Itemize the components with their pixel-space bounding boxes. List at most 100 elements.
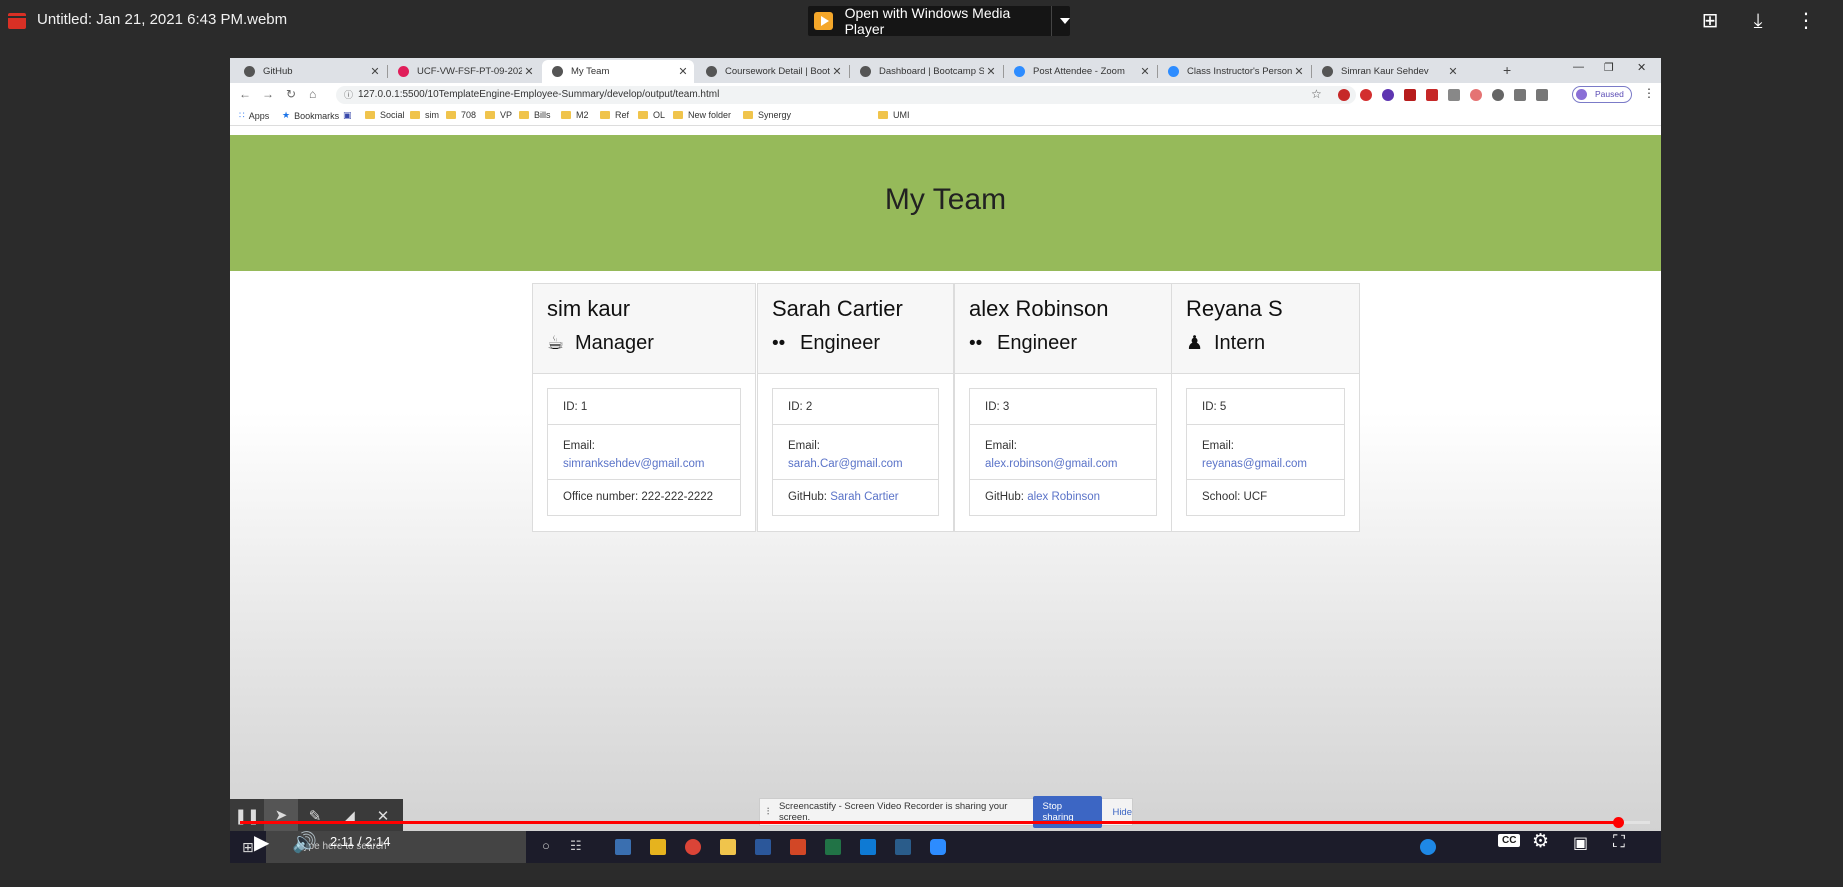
- bookmark-bookmarks[interactable]: ★ Bookmarks: [282, 110, 339, 121]
- globe-icon: [552, 66, 563, 77]
- folder-icon: [638, 111, 648, 119]
- close-icon[interactable]: ✕: [676, 65, 690, 78]
- play-icon[interactable]: ▶: [254, 830, 269, 855]
- bookmark-icon-item[interactable]: ▣: [343, 110, 352, 121]
- bookmark-folder[interactable]: sim: [410, 110, 439, 120]
- settings-gear-icon[interactable]: ⚙: [1532, 830, 1549, 853]
- folder-icon: [743, 111, 753, 119]
- employee-role: Manager: [575, 332, 654, 354]
- reload-icon[interactable]: ↻: [286, 87, 296, 101]
- folder-icon: [600, 111, 610, 119]
- header-banner: My Team: [230, 135, 1661, 271]
- open-with-button[interactable]: Open with Windows Media Player: [808, 5, 1070, 37]
- bookmark-folder[interactable]: M2: [561, 110, 589, 120]
- bookmark-folder[interactable]: Social: [365, 110, 405, 120]
- apps-grid-icon: ∷: [239, 110, 245, 120]
- employee-details: ID: 1 Email: simranksehdev@gmail.com Offi…: [547, 388, 741, 516]
- bookmark-folder[interactable]: New folder: [673, 110, 731, 120]
- chevron-down-icon[interactable]: [1059, 18, 1070, 24]
- puzzle-icon[interactable]: [1492, 89, 1504, 101]
- employee-card-manager: sim kaur ☕ Manager ID: 1 Email: simrankseh…: [532, 283, 756, 532]
- drag-handle-icon[interactable]: ⠇: [766, 807, 773, 818]
- page-title: My Team: [884, 183, 1007, 216]
- graduate-icon: ♟: [1186, 333, 1204, 354]
- tab-zoom[interactable]: Post Attendee - Zoom ✕: [1004, 60, 1156, 83]
- employee-details: ID: 2 Email: sarah.Car@gmail.com GitHub: …: [772, 388, 939, 516]
- video-progress-bar[interactable]: [240, 817, 1650, 828]
- bookmark-apps[interactable]: ∷ Apps: [239, 110, 269, 121]
- zoom-icon: [1014, 66, 1025, 77]
- bookmark-folder[interactable]: Ref: [600, 110, 629, 120]
- employee-card-intern: Reyana S ♟ Intern ID: 5 Email: reyanas@gma…: [1171, 283, 1360, 532]
- email-link[interactable]: sarah.Car@gmail.com: [788, 455, 923, 473]
- new-tab-icon[interactable]: +: [1503, 62, 1511, 78]
- fullscreen-icon[interactable]: ⛶: [1613, 832, 1625, 852]
- bookmark-folder[interactable]: OL: [638, 110, 665, 120]
- tab-class-instructor[interactable]: Class Instructor's Personal I✕: [1158, 60, 1310, 83]
- volume-icon[interactable]: 🔊: [292, 830, 317, 855]
- email-label: Email:: [1202, 440, 1234, 452]
- download-icon[interactable]: ⤓: [1746, 9, 1770, 33]
- close-icon[interactable]: ✕: [830, 65, 844, 78]
- tab-github[interactable]: GitHub ✕: [234, 60, 386, 83]
- bookmark-folder[interactable]: VP: [485, 110, 512, 120]
- tab-dashboard[interactable]: Dashboard | Bootcamp Spo ✕: [850, 60, 1002, 83]
- tab-slack[interactable]: UCF-VW-FSF-PT-09-2020-U✕: [388, 60, 540, 83]
- close-icon[interactable]: ✕: [1446, 65, 1460, 78]
- file-title: Untitled: Jan 21, 2021 6:43 PM.webm: [37, 11, 288, 28]
- address-bar[interactable]: 127.0.0.1:5500/10TemplateEngine-Employee…: [336, 86, 1356, 104]
- star-icon: ★: [282, 110, 291, 120]
- close-icon[interactable]: ✕: [1138, 65, 1152, 78]
- tab-my-team[interactable]: My Team ✕: [542, 60, 694, 83]
- extension-icon[interactable]: [1360, 89, 1372, 101]
- pdf-extension-icon[interactable]: [1426, 89, 1438, 101]
- extension-icon[interactable]: [1382, 89, 1394, 101]
- site-icon: ▣: [343, 110, 352, 120]
- email-link[interactable]: reyanas@gmail.com: [1202, 455, 1329, 473]
- tab-simran[interactable]: Simran Kaur Sehdev ✕: [1312, 60, 1464, 83]
- employee-name: alex Robinson: [969, 296, 1109, 321]
- miniplayer-icon[interactable]: ▣: [1573, 833, 1588, 853]
- tab-strip: GitHub✕ UCF-VW-FSF-PT-09-2020-U✕ My Team…: [230, 58, 1661, 83]
- folder-icon: [561, 111, 571, 119]
- coffee-mug-icon: ☕: [547, 333, 565, 354]
- progress-scrubber[interactable]: [1612, 817, 1624, 828]
- github-link[interactable]: Sarah Cartier: [830, 491, 898, 503]
- hide-button[interactable]: Hide: [1112, 807, 1132, 818]
- github-link[interactable]: alex Robinson: [1027, 491, 1100, 503]
- home-icon[interactable]: ⌂: [309, 87, 316, 101]
- cast-icon[interactable]: [1514, 89, 1526, 101]
- restore-icon[interactable]: ❐: [1604, 61, 1614, 74]
- close-icon[interactable]: ✕: [522, 65, 536, 78]
- captions-button[interactable]: CC: [1498, 834, 1521, 847]
- minimize-icon[interactable]: —: [1573, 61, 1584, 73]
- email-link[interactable]: simranksehdev@gmail.com: [563, 455, 725, 473]
- email-link[interactable]: alex.robinson@gmail.com: [985, 455, 1141, 473]
- reading-list-icon[interactable]: [1536, 89, 1548, 101]
- tab-coursework[interactable]: Coursework Detail | Bootca ✕: [696, 60, 848, 83]
- add-to-drive-icon[interactable]: ⊞: [1698, 9, 1722, 33]
- extension-icon[interactable]: [1404, 89, 1416, 101]
- extension-icon[interactable]: [1470, 89, 1482, 101]
- close-icon[interactable]: ✕: [368, 65, 382, 78]
- browser-menu-icon[interactable]: ⋮: [1643, 86, 1655, 100]
- glasses-icon: ••: [772, 332, 786, 354]
- close-window-icon[interactable]: ✕: [1637, 61, 1646, 74]
- bookmark-folder[interactable]: 708: [446, 110, 476, 120]
- bookmark-folder[interactable]: Synergy: [743, 110, 791, 120]
- bookmarks-bar: ∷ Apps ★ Bookmarks ▣ Social sim 708 VP Bil…: [230, 106, 1661, 126]
- forward-icon[interactable]: →: [262, 87, 274, 101]
- bookmark-folder[interactable]: Bills: [519, 110, 551, 120]
- extension-icon[interactable]: [1338, 89, 1350, 101]
- more-options-icon[interactable]: ⋮: [1794, 9, 1818, 33]
- email-label: Email:: [985, 440, 1017, 452]
- back-icon[interactable]: ←: [239, 87, 251, 101]
- close-icon[interactable]: ✕: [984, 65, 998, 78]
- bookmark-star-icon[interactable]: ☆: [1311, 87, 1322, 101]
- employee-id: ID: 1: [548, 389, 740, 425]
- profile-paused-button[interactable]: Paused: [1572, 86, 1632, 103]
- camera-extension-icon[interactable]: [1448, 89, 1460, 101]
- close-icon[interactable]: ✕: [1292, 65, 1306, 78]
- time-display: 2:11 / 2:14: [330, 834, 391, 849]
- bookmark-folder[interactable]: UMI: [878, 110, 910, 120]
